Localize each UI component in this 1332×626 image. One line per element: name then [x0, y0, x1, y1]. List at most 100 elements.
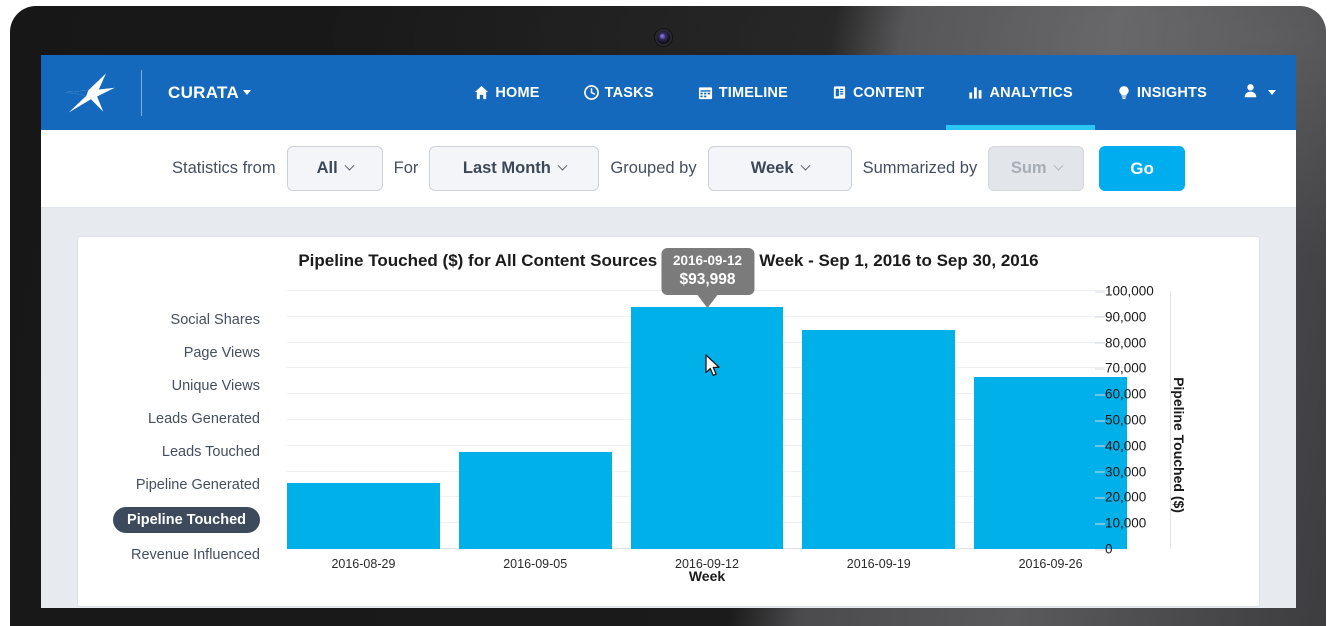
period-select[interactable]: Last Month	[429, 146, 599, 191]
brand-chevron-down-icon[interactable]	[243, 90, 251, 95]
bar-column: 2016-08-29	[287, 291, 440, 549]
calendar-icon	[698, 85, 713, 100]
statistics-from-label: Statistics from	[172, 159, 276, 178]
grouped-by-label: Grouped by	[610, 159, 696, 178]
chevron-down-icon	[1053, 161, 1063, 171]
y-axis-tick: 80,000	[1105, 335, 1169, 350]
nav-item-home-label: HOME	[495, 85, 539, 101]
user-chevron-down-icon	[1268, 90, 1276, 95]
summarized-by-label: Summarized by	[863, 159, 978, 178]
tooltip-value: $93,998	[673, 270, 742, 289]
y-axis-tick: 20,000	[1105, 490, 1169, 505]
y-axis-tick-mark	[1095, 343, 1105, 344]
summarize-select[interactable]: Sum	[988, 146, 1084, 191]
y-axis-tick-mark	[1095, 523, 1105, 524]
metric-item-pipeline-touched[interactable]: Pipeline Touched	[113, 507, 260, 533]
y-axis-tick: 90,000	[1105, 309, 1169, 324]
y-axis-tick-mark	[1095, 368, 1105, 369]
chart-plot-area: 2016-08-292016-09-052016-09-122016-09-19…	[287, 291, 1127, 549]
webcam-lens-dot	[660, 34, 665, 39]
y-axis-tick-mark	[1095, 291, 1105, 292]
metric-item-leads-generated[interactable]: Leads Generated	[148, 408, 260, 430]
y-axis-tick-mark	[1095, 497, 1105, 498]
y-axis-tick: 60,000	[1105, 387, 1169, 402]
y-axis-tick: 70,000	[1105, 361, 1169, 376]
nav-item-insights[interactable]: INSIGHTS	[1095, 55, 1229, 130]
top-navigation-bar: CURATA HOME TASKS	[41, 55, 1296, 130]
y-axis-tick-mark	[1095, 446, 1105, 447]
y-axis-tick-mark	[1095, 472, 1105, 473]
bar-chart-icon	[968, 85, 983, 100]
metric-item-unique-views[interactable]: Unique Views	[172, 375, 260, 397]
x-axis-title: Week	[287, 568, 1127, 584]
y-axis-tick-labels: 100,00090,00080,00070,00060,00050,00040,…	[1105, 291, 1169, 549]
y-axis-tick: 30,000	[1105, 464, 1169, 479]
bar-column: 2016-09-19	[802, 291, 955, 549]
nav-item-timeline-label: TIMELINE	[719, 85, 788, 101]
bar-2016-09-05[interactable]	[459, 452, 612, 549]
user-menu-button[interactable]	[1229, 55, 1296, 130]
for-label: For	[394, 159, 419, 178]
nav-item-content[interactable]: CONTENT	[810, 55, 946, 130]
bar-column: 2016-09-05	[459, 291, 612, 549]
nav-item-tasks[interactable]: TASKS	[562, 55, 676, 130]
chart-region: Social Shares Page Views Unique Views Leads…	[78, 283, 1259, 606]
nav-item-insights-label: INSIGHTS	[1137, 85, 1207, 101]
tooltip-date: 2016-09-12	[673, 253, 742, 270]
nav-item-tasks-label: TASKS	[605, 85, 654, 101]
document-icon	[832, 85, 847, 100]
y-axis-tick-mark	[1095, 549, 1105, 550]
y-axis-tick-mark	[1095, 394, 1105, 395]
y-axis-tick: 100,000	[1105, 284, 1169, 299]
analytics-card: Pipeline Touched ($) for All Content Sou…	[77, 236, 1260, 607]
bar-2016-09-12[interactable]	[631, 307, 784, 550]
metric-item-pipeline-generated[interactable]: Pipeline Generated	[136, 474, 260, 496]
user-icon	[1243, 83, 1258, 103]
summarize-select-value: Sum	[1011, 159, 1047, 178]
bar-column: 2016-09-12	[631, 291, 784, 549]
metric-item-revenue-influenced[interactable]: Revenue Influenced	[131, 544, 260, 566]
brand-divider	[141, 70, 142, 116]
chart-bars: 2016-08-292016-09-052016-09-122016-09-19…	[287, 291, 1127, 549]
period-select-value: Last Month	[463, 159, 551, 178]
clock-icon	[584, 85, 599, 100]
webcam-icon	[657, 31, 670, 44]
y-axis-tick-mark	[1095, 420, 1105, 421]
y-axis-tick: 40,000	[1105, 438, 1169, 453]
y-axis-tick: 0	[1105, 542, 1169, 557]
laptop-device-frame: CURATA HOME TASKS	[0, 0, 1332, 608]
go-button[interactable]: Go	[1099, 146, 1185, 191]
metric-item-page-views[interactable]: Page Views	[184, 342, 260, 364]
content-area: Pipeline Touched ($) for All Content Sou…	[41, 208, 1296, 607]
nav-item-analytics-label: ANALYTICS	[989, 85, 1072, 101]
source-select-value: All	[317, 159, 338, 178]
chevron-down-icon	[557, 161, 567, 171]
y-axis-tick: 10,000	[1105, 516, 1169, 531]
nav-item-content-label: CONTENT	[853, 85, 924, 101]
bar-2016-09-19[interactable]	[802, 330, 955, 549]
nav-item-analytics[interactable]: ANALYTICS	[946, 55, 1094, 130]
nav-item-timeline[interactable]: TIMELINE	[676, 55, 810, 130]
metric-legend-list: Social Shares Page Views Unique Views Leads…	[78, 309, 268, 566]
y-axis-tick-mark	[1095, 317, 1105, 318]
brand-name: CURATA	[168, 83, 239, 103]
star-logo-icon	[61, 70, 119, 116]
chevron-down-icon	[800, 161, 810, 171]
brand-area[interactable]: CURATA	[41, 55, 251, 130]
source-select[interactable]: All	[287, 146, 383, 191]
lightbulb-icon	[1117, 85, 1131, 100]
y-axis-title: Pipeline Touched ($)	[1171, 377, 1187, 513]
metric-item-leads-touched[interactable]: Leads Touched	[162, 441, 260, 463]
nav-links: HOME TASKS TIMELINE	[452, 55, 1296, 130]
bar-tooltip: 2016-09-12 $93,998	[661, 248, 754, 295]
bar-2016-08-29[interactable]	[287, 483, 440, 549]
group-by-select-value: Week	[751, 159, 794, 178]
chevron-down-icon	[344, 161, 354, 171]
y-axis-tick: 50,000	[1105, 413, 1169, 428]
metric-item-social-shares[interactable]: Social Shares	[171, 309, 260, 331]
group-by-select[interactable]: Week	[708, 146, 852, 191]
app-screen: CURATA HOME TASKS	[41, 55, 1296, 608]
home-icon	[474, 85, 489, 100]
filter-toolbar: Statistics from All For Last Month Group…	[41, 130, 1296, 208]
nav-item-home[interactable]: HOME	[452, 55, 561, 130]
